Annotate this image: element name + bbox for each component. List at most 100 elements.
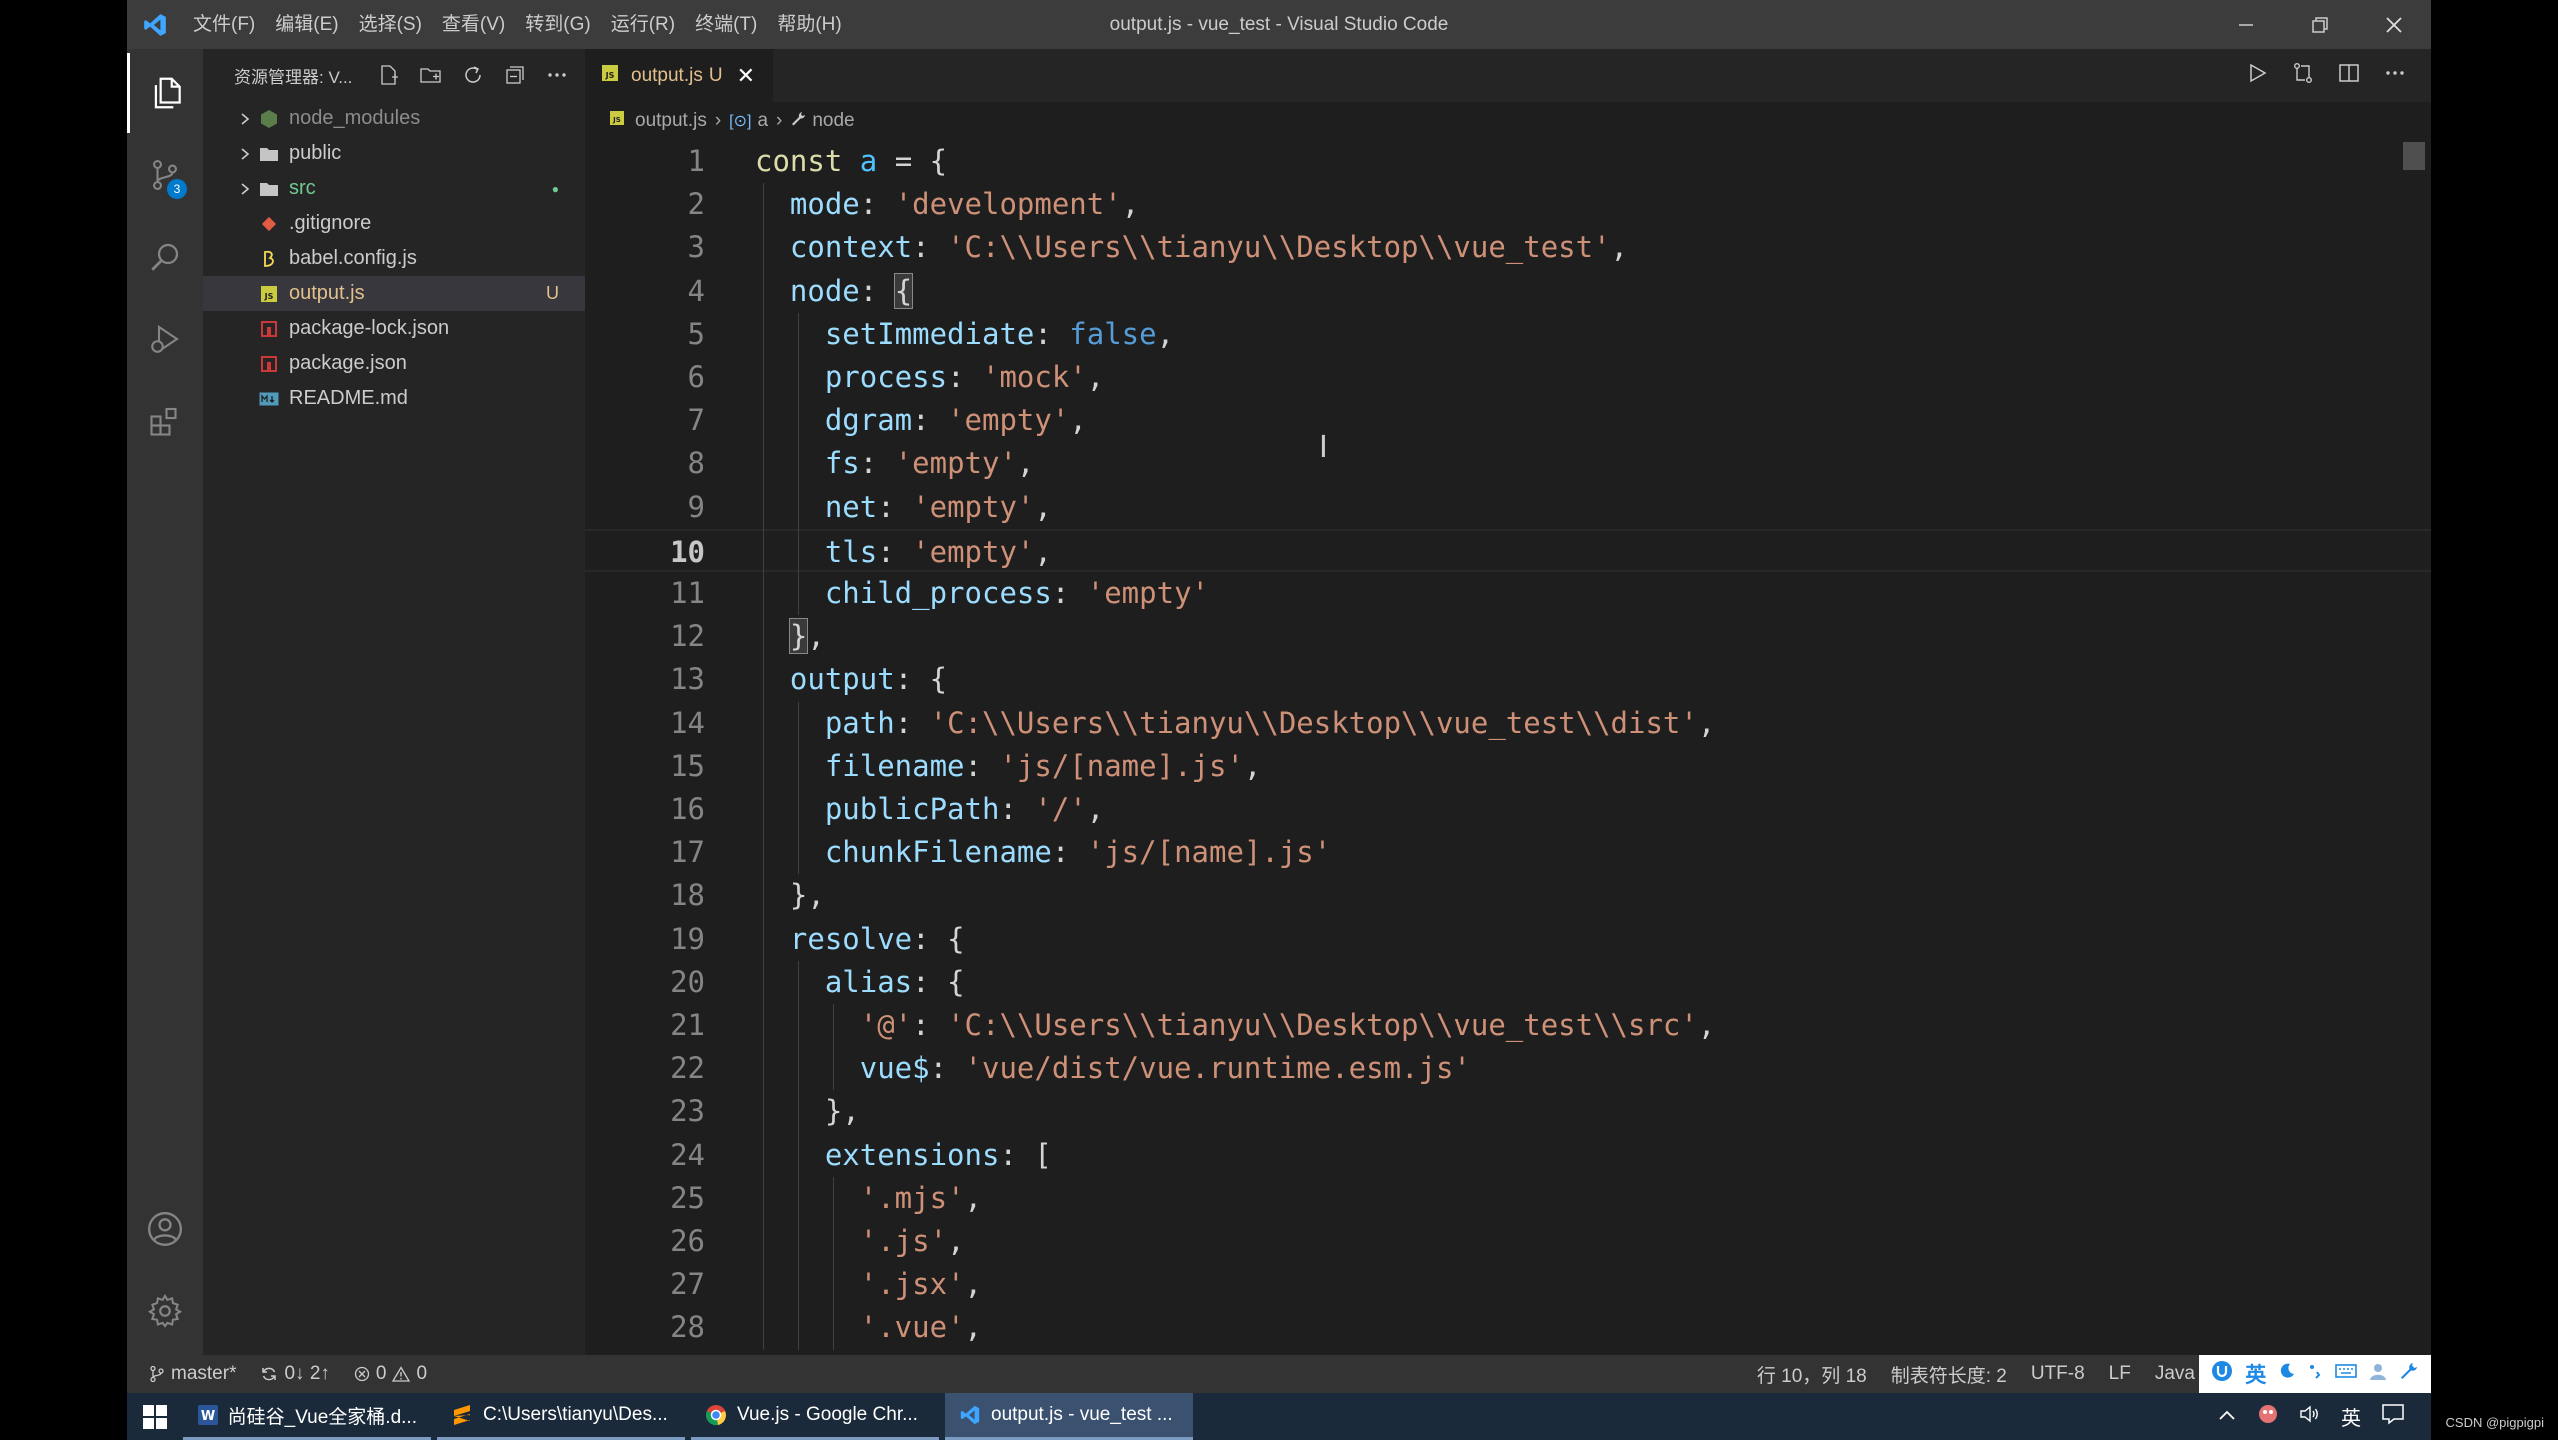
windows-start-icon[interactable]	[127, 1393, 183, 1440]
code-line[interactable]: 6 process: 'mock',	[585, 356, 2431, 399]
breadcrumb-symbol-a[interactable]: a	[757, 110, 768, 132]
input-language[interactable]: 英	[2341, 1402, 2361, 1431]
menu-selection[interactable]: 选择(S)	[349, 0, 432, 49]
code-line[interactable]: 21 '@': 'C:\\Users\\tianyu\\Desktop\\vue…	[585, 1004, 2431, 1047]
code-line[interactable]: 10 tls: 'empty',	[585, 528, 2431, 572]
menu-go[interactable]: 转到(G)	[515, 0, 600, 49]
code-line[interactable]: 20 alias: {	[585, 961, 2431, 1004]
punctuation-icon[interactable]	[2308, 1362, 2322, 1386]
taskbar-vscode[interactable]: output.js - vue_test ...	[945, 1393, 1193, 1440]
ime-logo-icon[interactable]	[2211, 1360, 2233, 1388]
ime-language[interactable]: 英	[2245, 1359, 2266, 1389]
notification-icon[interactable]	[2381, 1403, 2405, 1431]
settings-gear-icon[interactable]	[127, 1271, 203, 1351]
menu-view[interactable]: 查看(V)	[432, 0, 515, 49]
open-changes-icon[interactable]	[2291, 61, 2315, 90]
explorer-icon[interactable]	[127, 53, 203, 133]
code-line[interactable]: 7 dgram: 'empty',	[585, 399, 2431, 442]
code-line[interactable]: 25 '.mjs',	[585, 1177, 2431, 1220]
taskbar-chrome[interactable]: Vue.js - Google Chr...	[691, 1393, 939, 1440]
code-line[interactable]: 18 },	[585, 874, 2431, 917]
tools-icon[interactable]	[2399, 1361, 2419, 1387]
code-line[interactable]: 3 context: 'C:\\Users\\tianyu\\Desktop\\…	[585, 226, 2431, 269]
end-of-line[interactable]: LF	[2097, 1355, 2143, 1393]
run-icon[interactable]	[2245, 61, 2269, 90]
problems-indicator[interactable]: 0 0	[342, 1355, 439, 1393]
code-line[interactable]: 17 chunkFilename: 'js/[name].js'	[585, 831, 2431, 874]
breadcrumb-symbol-node[interactable]: node	[812, 110, 854, 132]
extensions-icon[interactable]	[127, 381, 203, 461]
code-line[interactable]: 24 extensions: [	[585, 1134, 2431, 1177]
npm-file-icon	[257, 352, 281, 376]
code-line[interactable]: 8 fs: 'empty',	[585, 442, 2431, 485]
account-icon[interactable]	[127, 1189, 203, 1269]
menu-run[interactable]: 运行(R)	[601, 0, 685, 49]
code-line[interactable]: 22 vue$: 'vue/dist/vue.runtime.esm.js'	[585, 1047, 2431, 1090]
code-line[interactable]: 16 publicPath: '/',	[585, 788, 2431, 831]
restore-button[interactable]	[2283, 0, 2357, 49]
code-text: '.mjs',	[859, 1180, 982, 1215]
language-mode[interactable]: Java	[2143, 1355, 2199, 1393]
code-line[interactable]: 2 mode: 'development',	[585, 183, 2431, 226]
run-debug-icon[interactable]	[127, 299, 203, 379]
refresh-icon[interactable]	[458, 60, 488, 90]
code-line[interactable]: 19 resolve: {	[585, 918, 2431, 961]
tree-file-readme[interactable]: README.md	[203, 381, 585, 416]
git-file-icon	[257, 212, 281, 236]
code-line[interactable]: 23 },	[585, 1090, 2431, 1133]
search-icon[interactable]	[127, 217, 203, 297]
encoding[interactable]: UTF-8	[2019, 1355, 2097, 1393]
close-window-button[interactable]	[2357, 0, 2431, 49]
menu-help[interactable]: 帮助(H)	[767, 0, 851, 49]
keyboard-icon[interactable]	[2334, 1363, 2357, 1385]
indentation[interactable]: 制表符长度: 2	[1879, 1355, 2019, 1393]
new-folder-icon[interactable]	[416, 60, 446, 90]
code-line[interactable]: 27 '.jsx',	[585, 1263, 2431, 1306]
tree-folder-src[interactable]: src ●	[203, 171, 585, 206]
taskbar-sublime[interactable]: C:\Users\tianyu\Des...	[437, 1393, 685, 1440]
code-line[interactable]: 28 '.vue',	[585, 1306, 2431, 1349]
more-actions-icon[interactable]	[542, 60, 572, 90]
code-line[interactable]: 1 const a = {	[585, 140, 2431, 183]
volume-icon[interactable]	[2299, 1404, 2321, 1430]
taskbar-word[interactable]: W 尚硅谷_Vue全家桶.d...	[183, 1393, 431, 1440]
user-icon[interactable]	[2369, 1362, 2387, 1386]
split-editor-icon[interactable]	[2337, 61, 2361, 90]
tray-app-icon[interactable]	[2257, 1403, 2279, 1431]
tree-file-output-js[interactable]: JS output.js U	[203, 276, 585, 311]
code-editor[interactable]: I 1 const a = {2 mode: 'development', 3 co…	[585, 140, 2431, 1355]
menu-terminal[interactable]: 终端(T)	[685, 0, 767, 49]
moon-icon[interactable]	[2278, 1362, 2296, 1386]
code-line[interactable]: 26 '.js',	[585, 1220, 2431, 1263]
new-file-icon[interactable]	[374, 60, 404, 90]
branch-indicator[interactable]: master*	[127, 1355, 248, 1393]
collapse-all-icon[interactable]	[500, 60, 530, 90]
code-line[interactable]: 13 output: {	[585, 658, 2431, 701]
code-line[interactable]: 12 },	[585, 615, 2431, 658]
chevron-up-icon[interactable]	[2217, 1405, 2237, 1428]
folder-icon	[257, 142, 281, 166]
tree-file-gitignore[interactable]: .gitignore	[203, 206, 585, 241]
minimize-button[interactable]	[2209, 0, 2283, 49]
menu-file[interactable]: 文件(F)	[183, 0, 265, 49]
menu-edit[interactable]: 编辑(E)	[265, 0, 348, 49]
sync-indicator[interactable]: 0↓ 2↑	[248, 1355, 341, 1393]
tree-file-package-lock[interactable]: package-lock.json	[203, 311, 585, 346]
line-number: 2	[687, 187, 705, 222]
code-line[interactable]: 9 net: 'empty',	[585, 486, 2431, 529]
cursor-position[interactable]: 行 10，列 18	[1745, 1355, 1879, 1393]
code-line[interactable]: 5 setImmediate: false,	[585, 313, 2431, 356]
code-line[interactable]: 11 child_process: 'empty'	[585, 572, 2431, 615]
close-tab-button[interactable]: ✕	[737, 63, 755, 89]
tree-file-package-json[interactable]: package.json	[203, 346, 585, 381]
code-line[interactable]: 14 path: 'C:\\Users\\tianyu\\Desktop\\vu…	[585, 702, 2431, 745]
tree-folder-node-modules[interactable]: node_modules	[203, 101, 585, 136]
more-actions-icon[interactable]	[2383, 61, 2407, 90]
tree-folder-public[interactable]: public	[203, 136, 585, 171]
code-line[interactable]: 15 filename: 'js/[name].js',	[585, 745, 2431, 788]
breadcrumb-file[interactable]: output.js	[635, 110, 707, 132]
code-line[interactable]: 4 node: {	[585, 270, 2431, 313]
tree-file-babel-config[interactable]: babel.config.js	[203, 241, 585, 276]
source-control-icon[interactable]: 3	[127, 135, 203, 215]
tab-output-js[interactable]: JS output.js U ✕	[585, 49, 773, 102]
